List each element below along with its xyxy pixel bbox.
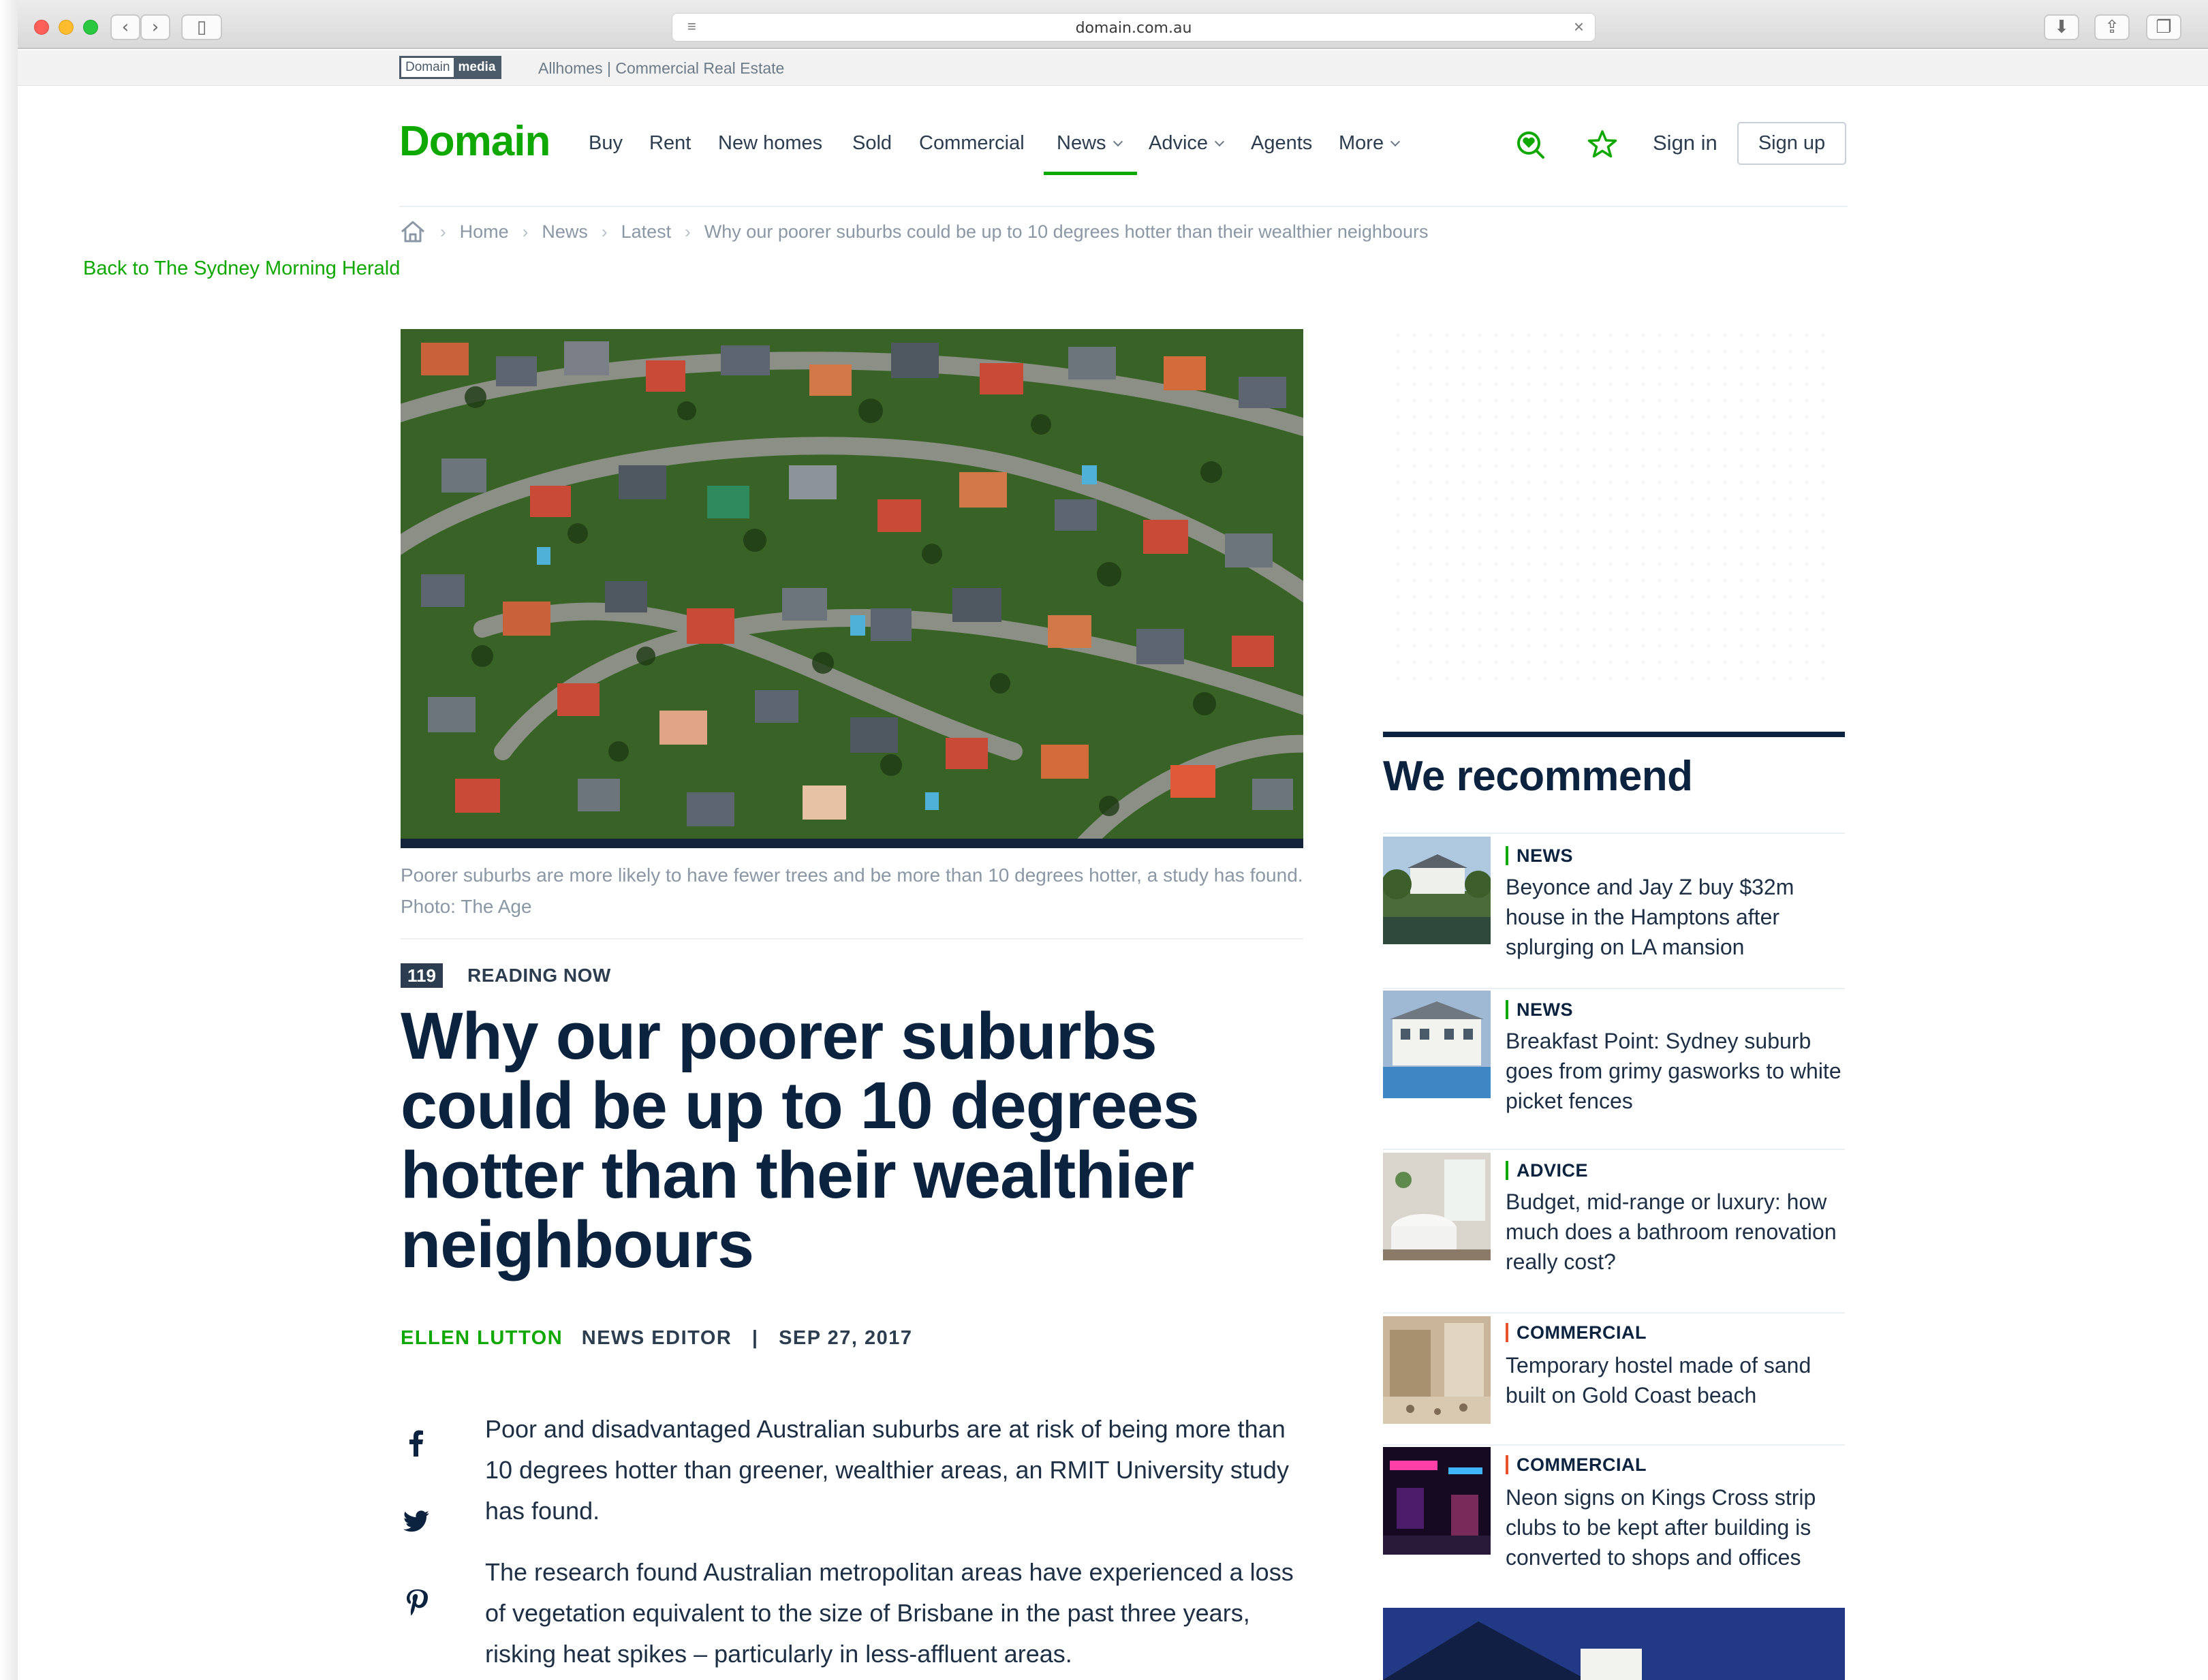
twitter-icon[interactable] bbox=[401, 1506, 432, 1537]
tabs-overview-icon[interactable]: ❐ bbox=[2146, 14, 2181, 40]
nav-buy[interactable]: Buy bbox=[589, 132, 623, 155]
network-bar: Domain media Allhomes | Commercial Real … bbox=[18, 50, 2208, 86]
breadcrumb-news[interactable]: News bbox=[542, 221, 588, 243]
address-bar[interactable]: ≡ domain.com.au × bbox=[672, 13, 1596, 42]
recommend-thumbnail[interactable] bbox=[1383, 837, 1491, 944]
domain-media-logo-left: Domain bbox=[401, 58, 454, 77]
breadcrumb-separator: › bbox=[522, 221, 529, 242]
nav-news[interactable]: News bbox=[1057, 132, 1123, 155]
chevron-down-icon bbox=[1113, 136, 1123, 147]
publish-date: SEP 27, 2017 bbox=[779, 1327, 913, 1349]
promo-card[interactable] bbox=[1383, 1608, 1845, 1680]
sidebar-toggle-icon[interactable]: ▯ bbox=[181, 14, 222, 40]
domain-media-logo-right: media bbox=[454, 58, 500, 77]
nav-more-label: More bbox=[1339, 132, 1384, 154]
nav-more[interactable]: More bbox=[1339, 132, 1401, 155]
hero-caption: Poorer suburbs are more likely to have f… bbox=[401, 865, 1303, 917]
recommend-title[interactable]: Beyonce and Jay Z buy $32m house in the … bbox=[1506, 872, 1845, 962]
author-link[interactable]: ELLEN LUTTON bbox=[401, 1327, 563, 1349]
facebook-icon[interactable] bbox=[401, 1427, 432, 1458]
pinterest-icon[interactable] bbox=[401, 1586, 432, 1617]
nav-new-homes[interactable]: New homes bbox=[718, 132, 822, 155]
recommend-thumbnail[interactable] bbox=[1383, 1316, 1491, 1424]
chevron-down-icon bbox=[1214, 136, 1225, 147]
hero-image bbox=[401, 329, 1303, 848]
forward-arrow-icon[interactable]: › bbox=[140, 14, 170, 40]
recommend-tag: NEWS bbox=[1506, 846, 1573, 865]
recommend-top-rule bbox=[1383, 732, 1845, 737]
mansion-lake-image bbox=[1383, 837, 1491, 944]
recommend-item[interactable]: COMMERCIAL Temporary hostel made of sand… bbox=[1383, 1312, 1845, 1444]
recommend-title[interactable]: Temporary hostel made of sand built on G… bbox=[1506, 1350, 1845, 1410]
domain-logo[interactable]: Domain bbox=[399, 117, 550, 166]
nav-sold[interactable]: Sold bbox=[852, 132, 892, 155]
article-paragraph: Poor and disadvantaged Australian suburb… bbox=[485, 1415, 1289, 1525]
back-to-smh-link[interactable]: Back to The Sydney Morning Herald bbox=[83, 258, 400, 280]
nav-commercial[interactable]: Commercial bbox=[919, 132, 1025, 155]
reading-count-badge: 119 bbox=[401, 963, 443, 988]
bathroom-image bbox=[1383, 1153, 1491, 1260]
recommend-title[interactable]: Neon signs on Kings Cross strip clubs to… bbox=[1506, 1482, 1845, 1572]
sign-up-button[interactable]: Sign up bbox=[1737, 122, 1846, 165]
network-links[interactable]: Allhomes | Commercial Real Estate bbox=[538, 59, 784, 78]
nav-advice[interactable]: Advice bbox=[1149, 132, 1225, 155]
caption-divider bbox=[401, 938, 1303, 939]
article-paragraph: The research found Australian metropolit… bbox=[485, 1558, 1294, 1668]
nav-news-label: News bbox=[1057, 132, 1106, 154]
recommend-item[interactable]: COMMERCIAL Neon signs on Kings Cross str… bbox=[1383, 1444, 1845, 1594]
header-divider bbox=[399, 206, 1848, 207]
recommend-item[interactable]: ADVICE Budget, mid-range or luxury: how … bbox=[1383, 1149, 1845, 1312]
stop-loading-icon[interactable]: × bbox=[1574, 16, 1584, 37]
recommend-title[interactable]: Budget, mid-range or luxury: how much do… bbox=[1506, 1187, 1845, 1277]
reading-now-label: READING NOW bbox=[467, 965, 611, 986]
kings-cross-neon-image bbox=[1383, 1447, 1491, 1555]
recommend-tag: NEWS bbox=[1506, 1000, 1573, 1019]
downloads-icon[interactable]: ⬇ bbox=[2044, 14, 2079, 40]
star-icon[interactable] bbox=[1586, 128, 1619, 161]
breadcrumb: › Home › News › Latest › Why our poorer … bbox=[399, 217, 1428, 247]
breadcrumb-home[interactable]: Home bbox=[460, 221, 509, 243]
window-edge bbox=[0, 0, 18, 1680]
recommend-thumbnail[interactable] bbox=[1383, 991, 1491, 1098]
breadcrumb-separator: › bbox=[440, 221, 446, 242]
nav-rent[interactable]: Rent bbox=[649, 132, 691, 155]
sign-in-link[interactable]: Sign in bbox=[1653, 131, 1717, 155]
article-headline: Why our poorer suburbs could be up to 10… bbox=[401, 999, 1200, 1281]
breadcrumb-latest[interactable]: Latest bbox=[621, 221, 672, 243]
minimize-window-button[interactable] bbox=[59, 20, 74, 35]
breakfast-point-image bbox=[1383, 991, 1491, 1098]
recommend-thumbnail[interactable] bbox=[1383, 1153, 1491, 1260]
recommend-tag: ADVICE bbox=[1506, 1161, 1588, 1180]
author-role: NEWS EDITOR bbox=[581, 1327, 732, 1349]
recommend-item[interactable]: NEWS Beyonce and Jay Z buy $32m house in… bbox=[1383, 833, 1845, 986]
aerial-suburb-illustration bbox=[401, 329, 1303, 839]
nav-agents[interactable]: Agents bbox=[1251, 132, 1312, 155]
recommend-tag: COMMERCIAL bbox=[1506, 1323, 1647, 1342]
byline: ELLEN LUTTON NEWS EDITOR | SEP 27, 2017 bbox=[401, 1327, 913, 1350]
sand-hostel-image bbox=[1383, 1316, 1491, 1424]
chevron-down-icon bbox=[1390, 136, 1401, 147]
breadcrumb-separator: › bbox=[601, 221, 608, 242]
recommend-heading: We recommend bbox=[1383, 753, 1693, 800]
domain-media-logo[interactable]: Domain media bbox=[399, 56, 502, 79]
recommend-thumbnail[interactable] bbox=[1383, 1447, 1491, 1555]
zoom-window-button[interactable] bbox=[83, 20, 98, 35]
home-icon[interactable] bbox=[399, 219, 426, 244]
back-arrow-icon[interactable]: ‹ bbox=[110, 14, 140, 40]
breadcrumb-separator: › bbox=[685, 221, 691, 242]
promo-card-image bbox=[1383, 1608, 1845, 1680]
browser-toolbar: ‹ › ▯ ≡ domain.com.au × ⬇ ⇪ ❐ bbox=[18, 0, 2208, 49]
active-nav-indicator bbox=[1044, 172, 1137, 175]
recommend-item[interactable]: NEWS Breakfast Point: Sydney suburb goes… bbox=[1383, 988, 1845, 1147]
recommend-tag: COMMERCIAL bbox=[1506, 1455, 1647, 1474]
share-icon[interactable]: ⇪ bbox=[2094, 14, 2130, 40]
advertisement-placeholder bbox=[1390, 327, 1826, 681]
byline-separator: | bbox=[751, 1327, 759, 1349]
url-text: domain.com.au bbox=[1075, 20, 1192, 37]
breadcrumb-current: Why our poorer suburbs could be up to 10… bbox=[704, 221, 1429, 242]
nav-advice-label: Advice bbox=[1149, 132, 1209, 154]
close-window-button[interactable] bbox=[34, 20, 49, 35]
location-heart-icon[interactable] bbox=[1514, 128, 1546, 161]
recommend-title[interactable]: Breakfast Point: Sydney suburb goes from… bbox=[1506, 1026, 1845, 1116]
